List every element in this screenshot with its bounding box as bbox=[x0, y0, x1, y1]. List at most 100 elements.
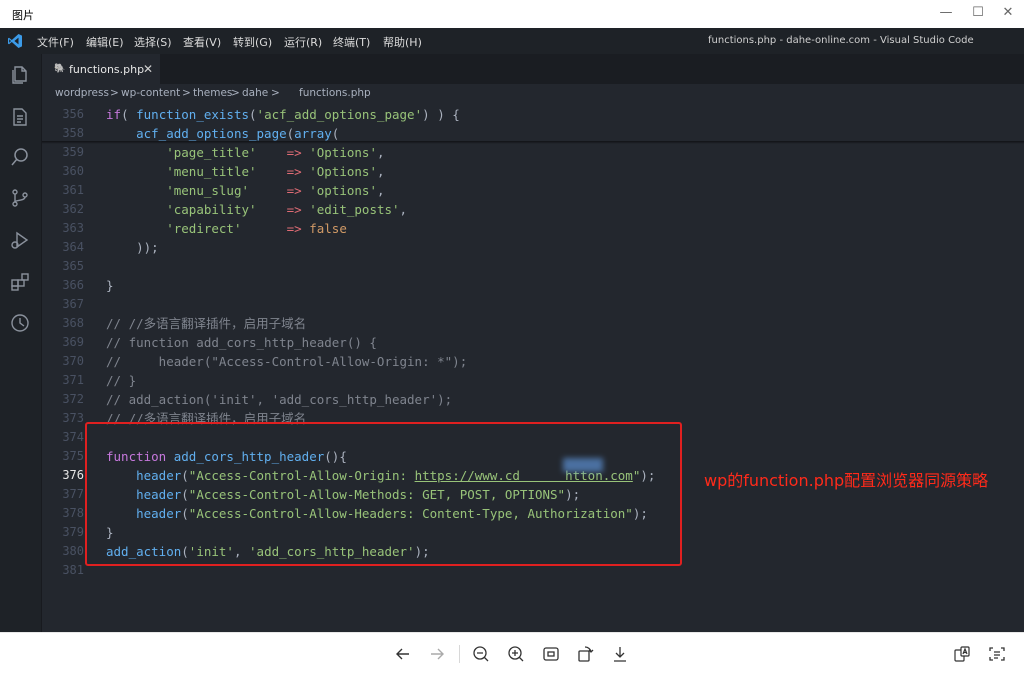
extensions-icon[interactable] bbox=[9, 271, 31, 293]
line-number: 372 bbox=[62, 392, 84, 406]
menu-terminal[interactable]: 终端(T) bbox=[333, 34, 370, 50]
breadcrumb-item[interactable]: wordpress bbox=[55, 87, 109, 99]
breadcrumb-item[interactable]: functions.php bbox=[299, 87, 371, 99]
line-code: // //多语言翻译插件，启用子域名 bbox=[106, 316, 307, 331]
window-title: functions.php - dahe-online.com - Visual… bbox=[708, 35, 974, 46]
minimize-button[interactable]: — bbox=[936, 4, 956, 22]
code-line[interactable]: 366} bbox=[42, 276, 1024, 295]
line-number: 369 bbox=[62, 335, 84, 349]
line-number: 374 bbox=[62, 430, 84, 444]
line-number: 368 bbox=[62, 316, 84, 330]
breadcrumb-item[interactable]: themes bbox=[193, 87, 232, 99]
code-line[interactable]: 369 // function add_cors_http_header() { bbox=[42, 333, 1024, 352]
line-number: 370 bbox=[62, 354, 84, 368]
breadcrumb-separator: > bbox=[110, 87, 119, 99]
line-number: 363 bbox=[62, 221, 84, 235]
back-arrow-icon[interactable] bbox=[394, 645, 412, 663]
code-line[interactable]: 372 // add_action('init', 'add_cors_http_… bbox=[42, 390, 1024, 409]
explorer-icon[interactable] bbox=[9, 64, 31, 86]
search-editor-icon[interactable] bbox=[9, 106, 31, 128]
line-code: // } bbox=[106, 373, 137, 388]
breadcrumb-item[interactable]: dahe bbox=[242, 87, 268, 99]
line-number: 379 bbox=[62, 525, 84, 539]
run-debug-icon[interactable] bbox=[9, 229, 31, 251]
line-code: } bbox=[106, 278, 114, 293]
text-scan-icon[interactable] bbox=[988, 645, 1006, 663]
code-line[interactable]: 359 'page_title' => 'Options', bbox=[42, 143, 1024, 162]
code-line[interactable]: 364 )); bbox=[42, 238, 1024, 257]
activity-bar bbox=[0, 54, 42, 632]
code-line[interactable]: 361 'menu_slug' => 'options', bbox=[42, 181, 1024, 200]
zoom-out-icon[interactable] bbox=[472, 645, 490, 663]
menu-run[interactable]: 运行(R) bbox=[284, 34, 322, 50]
line-number: 371 bbox=[62, 373, 84, 387]
vscode-logo-icon bbox=[8, 34, 22, 48]
breadcrumb-item[interactable]: wp-content bbox=[121, 87, 180, 99]
line-code: 'menu_title' => 'Options', bbox=[166, 164, 385, 179]
menu-view[interactable]: 查看(V) bbox=[183, 34, 221, 50]
code-line[interactable]: 360 'menu_title' => 'Options', bbox=[42, 162, 1024, 181]
download-icon[interactable] bbox=[611, 645, 629, 663]
php-elephant-icon: 🐘 bbox=[54, 64, 66, 74]
code-line[interactable]: 368 // //多语言翻译插件，启用子域名 bbox=[42, 314, 1024, 333]
code-line[interactable]: 365 bbox=[42, 257, 1024, 276]
code-line[interactable]: 371 // } bbox=[42, 371, 1024, 390]
translate-icon[interactable] bbox=[953, 645, 971, 663]
close-button[interactable]: ✕ bbox=[998, 4, 1018, 22]
viewer-titlebar: 图片 — ☐ ✕ bbox=[0, 0, 1024, 28]
line-number: 381 bbox=[62, 563, 84, 577]
zoom-in-icon[interactable] bbox=[507, 645, 525, 663]
viewer-toolbar bbox=[0, 632, 1024, 675]
line-number: 356 bbox=[62, 107, 84, 121]
line-number: 378 bbox=[62, 506, 84, 520]
menu-edit[interactable]: 编辑(E) bbox=[86, 34, 124, 50]
viewer-title: 图片 bbox=[12, 9, 34, 22]
close-icon[interactable]: ✕ bbox=[143, 62, 153, 76]
forward-arrow-icon[interactable] bbox=[428, 645, 446, 663]
tabs-bar: 🐘 functions.php ✕ bbox=[42, 54, 1024, 85]
line-number: 377 bbox=[62, 487, 84, 501]
line-number: 367 bbox=[62, 297, 84, 311]
breadcrumb: wordpress > wp-content > themes > dahe >… bbox=[42, 84, 1024, 103]
line-code: if( function_exists('acf_add_options_pag… bbox=[106, 107, 460, 122]
line-code: 'capability' => 'edit_posts', bbox=[166, 202, 408, 217]
line-number: 366 bbox=[62, 278, 84, 292]
line-code: // header("Access-Control-Allow-Origin: … bbox=[106, 354, 468, 369]
code-line[interactable]: 362 'capability' => 'edit_posts', bbox=[42, 200, 1024, 219]
line-number: 373 bbox=[62, 411, 84, 425]
line-number: 365 bbox=[62, 259, 84, 273]
rotate-icon[interactable] bbox=[576, 645, 594, 663]
redacted-blur bbox=[563, 458, 603, 472]
line-code: 'redirect' => false bbox=[166, 221, 347, 236]
line-code: // function add_cors_http_header() { bbox=[106, 335, 377, 350]
code-line[interactable]: 363 'redirect' => false bbox=[42, 219, 1024, 238]
menu-selection[interactable]: 选择(S) bbox=[134, 34, 172, 50]
toolbar-divider bbox=[459, 645, 460, 663]
menu-go[interactable]: 转到(G) bbox=[233, 34, 272, 50]
code-line[interactable]: 356 if( function_exists('acf_add_options_… bbox=[42, 105, 1024, 124]
line-number: 376 bbox=[62, 468, 84, 482]
menubar: 文件(F) 编辑(E) 选择(S) 查看(V) 转到(G) 运行(R) 终端(T… bbox=[0, 28, 1024, 54]
line-number: 359 bbox=[62, 145, 84, 159]
breadcrumb-separator: > bbox=[271, 87, 280, 99]
fit-to-window-icon[interactable] bbox=[542, 645, 560, 663]
line-number: 364 bbox=[62, 240, 84, 254]
line-number: 360 bbox=[62, 164, 84, 178]
annotation-text: wp的function.php配置浏览器同源策略 bbox=[704, 471, 989, 490]
breadcrumb-separator: > bbox=[182, 87, 191, 99]
line-number: 380 bbox=[62, 544, 84, 558]
code-line[interactable]: 367 bbox=[42, 295, 1024, 314]
timeline-icon[interactable] bbox=[9, 312, 31, 334]
tab-functions-php[interactable]: 🐘 functions.php ✕ bbox=[42, 54, 160, 85]
tab-label: functions.php bbox=[69, 63, 145, 76]
menu-help[interactable]: 帮助(H) bbox=[383, 34, 422, 50]
search-icon[interactable] bbox=[9, 146, 31, 168]
sticky-scroll-shadow bbox=[42, 141, 1024, 144]
maximize-button[interactable]: ☐ bbox=[968, 4, 988, 22]
source-control-icon[interactable] bbox=[9, 187, 31, 209]
line-code: )); bbox=[136, 240, 159, 255]
menu-file[interactable]: 文件(F) bbox=[37, 34, 74, 50]
highlight-box bbox=[85, 422, 682, 566]
line-number: 361 bbox=[62, 183, 84, 197]
code-line[interactable]: 370 // header("Access-Control-Allow-Origi… bbox=[42, 352, 1024, 371]
